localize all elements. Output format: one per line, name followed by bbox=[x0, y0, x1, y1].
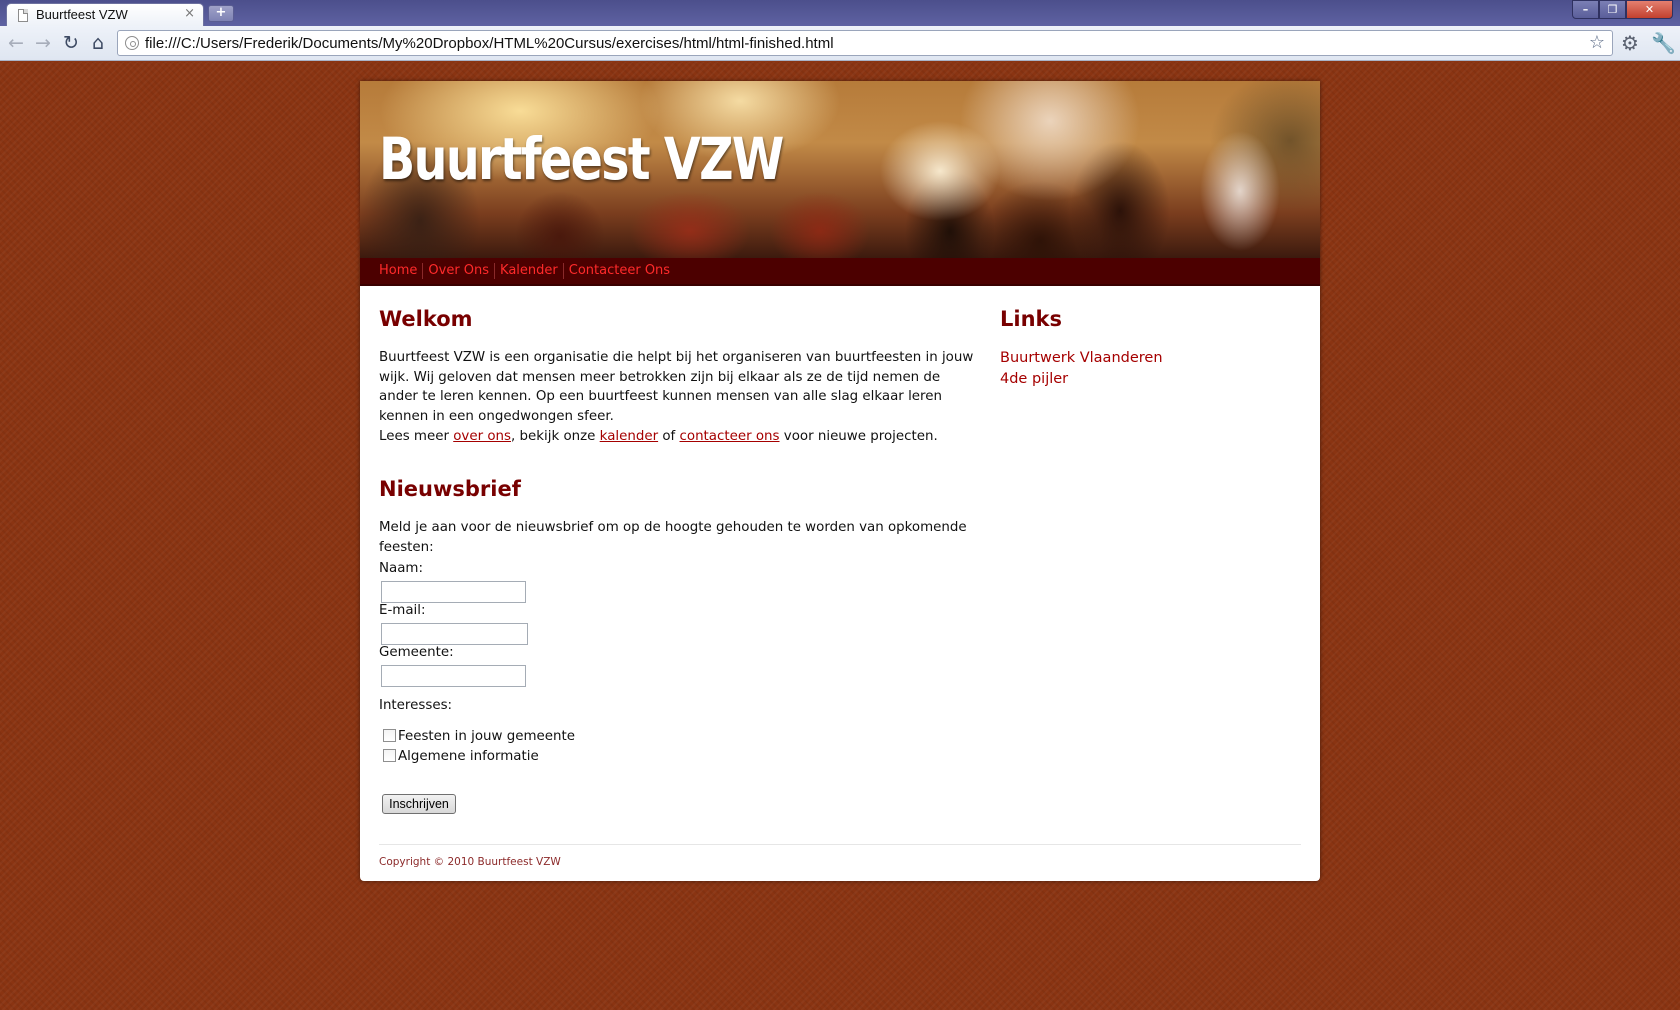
header-banner: Buurtfeest VZW bbox=[360, 81, 1320, 258]
page-container: Buurtfeest VZW Home Over Ons Kalender Co… bbox=[360, 81, 1320, 881]
kalender-link[interactable]: kalender bbox=[600, 429, 658, 444]
page-icon bbox=[18, 9, 28, 22]
nav-contacteer-ons[interactable]: Contacteer Ons bbox=[564, 263, 675, 279]
back-icon[interactable]: ← bbox=[4, 31, 28, 55]
forward-icon[interactable]: → bbox=[31, 31, 55, 55]
name-label: Naam: bbox=[379, 561, 423, 576]
nav-over-ons[interactable]: Over Ons bbox=[423, 263, 496, 279]
read-more-paragraph: Lees meer over ons, bekijk onze kalender… bbox=[379, 427, 979, 447]
interest-label-algemeen: Algemene informatie bbox=[398, 749, 539, 764]
links-heading: Links bbox=[1000, 307, 1062, 331]
url-text[interactable]: file:///C:/Users/Frederik/Documents/My%2… bbox=[145, 35, 834, 52]
star-icon[interactable]: ☆ bbox=[1589, 32, 1605, 53]
main-nav: Home Over Ons Kalender Contacteer Ons bbox=[360, 258, 1320, 286]
page-menu-icon[interactable]: ⚙ bbox=[1621, 31, 1639, 55]
newsletter-intro: Meld je aan voor de nieuwsbrief om op de… bbox=[379, 520, 967, 555]
home-icon[interactable]: ⌂ bbox=[86, 31, 110, 55]
contacteer-ons-link[interactable]: contacteer ons bbox=[680, 429, 780, 444]
read-more-prefix: Lees meer bbox=[379, 429, 454, 444]
wrench-icon[interactable]: 🔧 bbox=[1651, 31, 1676, 55]
page-info-icon[interactable] bbox=[125, 36, 139, 50]
email-label: E-mail: bbox=[379, 603, 426, 618]
newsletter-heading: Nieuwsbrief bbox=[379, 477, 521, 501]
maximize-button[interactable]: ❐ bbox=[1599, 0, 1626, 19]
interest-checkbox-feesten[interactable] bbox=[383, 729, 396, 742]
interest-label-feesten: Feesten in jouw gemeente bbox=[398, 729, 575, 744]
links-spacer bbox=[1000, 331, 1300, 348]
browser-titlebar: Buurtfeest VZW × + – ❐ ✕ bbox=[0, 0, 1680, 26]
reload-icon[interactable]: ↻ bbox=[59, 31, 83, 55]
sidebar: Links Buurtwerk Vlaanderen 4de pijler bbox=[1000, 307, 1300, 390]
browser-toolbar: ← → ↻ ⌂ file:///C:/Users/Frederik/Docume… bbox=[0, 26, 1680, 61]
read-more-suffix: voor nieuwe projecten. bbox=[779, 429, 938, 444]
welcome-heading: Welkom bbox=[379, 307, 473, 331]
site-title: Buurtfeest VZW bbox=[379, 125, 784, 193]
footer-divider bbox=[379, 844, 1301, 845]
tab-close-icon[interactable]: × bbox=[184, 6, 195, 21]
copyright-text: Copyright © 2010 Buurtfeest VZW bbox=[379, 856, 561, 868]
email-input[interactable] bbox=[381, 623, 528, 645]
nav-home[interactable]: Home bbox=[379, 263, 424, 279]
link-buurtwerk-vlaanderen[interactable]: Buurtwerk Vlaanderen bbox=[1000, 348, 1300, 369]
minimize-button[interactable]: – bbox=[1572, 0, 1599, 19]
read-more-mid2: of bbox=[658, 429, 680, 444]
browser-tab[interactable]: Buurtfeest VZW × bbox=[6, 3, 204, 26]
address-bar[interactable]: file:///C:/Users/Frederik/Documents/My%2… bbox=[117, 30, 1613, 56]
read-more-mid1: , bekijk onze bbox=[511, 429, 600, 444]
window-controls: – ❐ ✕ bbox=[1572, 0, 1673, 20]
tab-title: Buurtfeest VZW bbox=[36, 7, 128, 22]
interest-checkbox-algemeen[interactable] bbox=[383, 749, 396, 762]
link-4de-pijler[interactable]: 4de pijler bbox=[1000, 369, 1300, 390]
welcome-intro: Buurtfeest VZW is een organisatie die he… bbox=[379, 350, 974, 424]
city-input[interactable] bbox=[381, 665, 526, 687]
city-label: Gemeente: bbox=[379, 645, 454, 660]
new-tab-button[interactable]: + bbox=[208, 5, 234, 22]
over-ons-link[interactable]: over ons bbox=[453, 429, 511, 444]
subscribe-button[interactable]: Inschrijven bbox=[382, 794, 456, 814]
nav-kalender[interactable]: Kalender bbox=[495, 263, 564, 279]
page-viewport: Buurtfeest VZW Home Over Ons Kalender Co… bbox=[0, 62, 1680, 1010]
name-input[interactable] bbox=[381, 581, 526, 603]
close-window-button[interactable]: ✕ bbox=[1626, 0, 1673, 19]
interests-label: Interesses: bbox=[379, 698, 453, 713]
